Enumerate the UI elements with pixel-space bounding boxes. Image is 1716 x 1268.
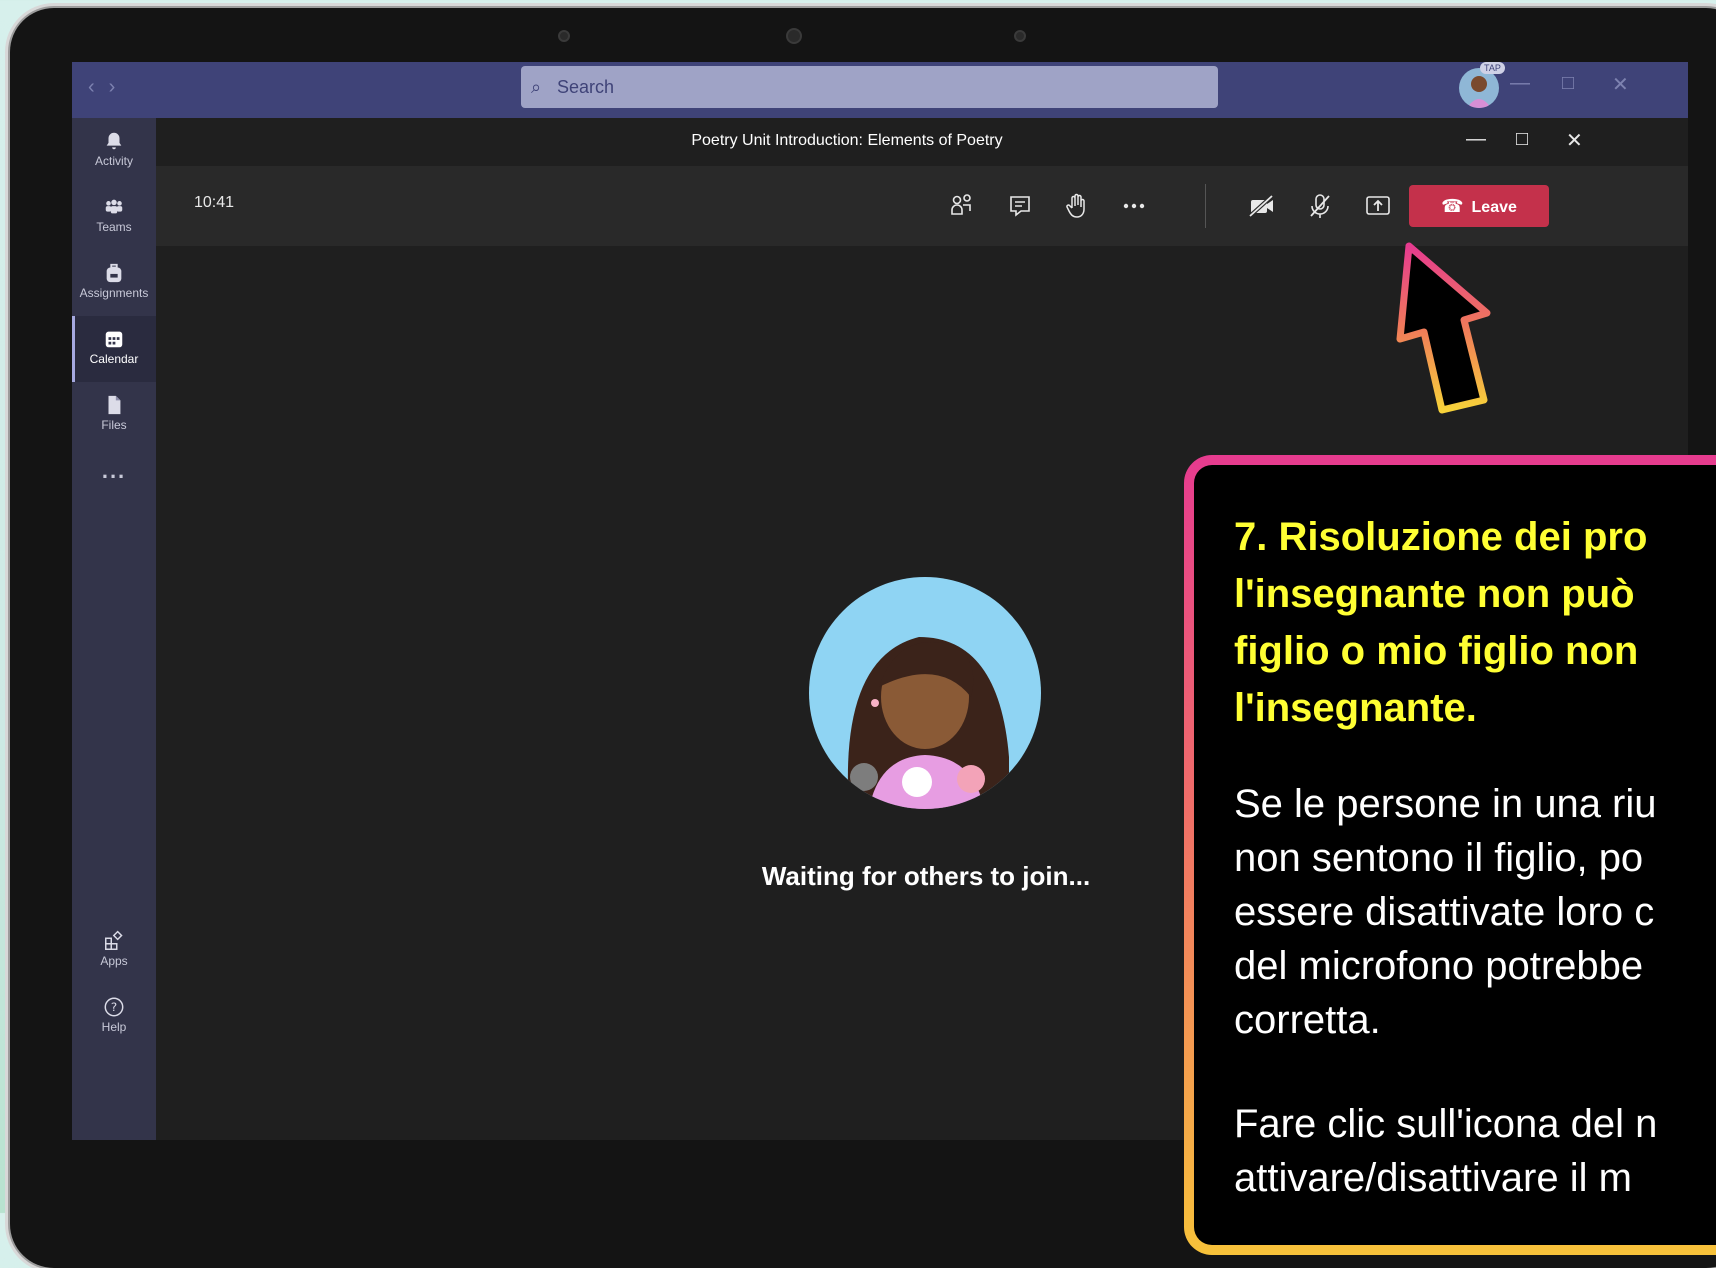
apps-icon xyxy=(105,930,123,950)
file-icon xyxy=(108,395,121,415)
camera-lens xyxy=(786,28,802,44)
rail-item-help[interactable]: ? Help xyxy=(72,984,156,1050)
rail-label: Teams xyxy=(96,220,132,234)
app-rail: Activity Teams Assignments Calendar File… xyxy=(72,118,156,1140)
rail-item-activity[interactable]: Activity xyxy=(72,118,156,184)
app-title-bar: ‹› ⌕ Search TAP — □ ✕ xyxy=(72,62,1688,118)
leave-label: Leave xyxy=(1471,199,1517,216)
instruction-callout: 7. Risoluzione dei pro l'insegnante non … xyxy=(1184,455,1716,1255)
teams-icon xyxy=(105,199,123,214)
rail-label: Calendar xyxy=(89,352,139,366)
people-icon xyxy=(951,194,971,215)
chat-button[interactable] xyxy=(1002,188,1038,224)
calendar-icon xyxy=(105,331,123,348)
rail-item-apps[interactable]: Apps xyxy=(72,918,156,984)
meeting-clock: 10:41 xyxy=(194,194,235,211)
more-options-button[interactable] xyxy=(1116,188,1152,224)
rail-item-files[interactable]: Files xyxy=(72,382,156,448)
toolbar-divider xyxy=(1205,184,1206,228)
chat-icon xyxy=(1010,196,1030,217)
camera-dot xyxy=(558,30,570,42)
rail-label: Activity xyxy=(94,154,133,168)
camera-off-icon xyxy=(1248,194,1274,218)
rail-item-assignments[interactable]: Assignments xyxy=(72,250,156,316)
more-icon: ... xyxy=(101,458,127,483)
camera-toggle-button[interactable] xyxy=(1244,188,1280,224)
share-icon xyxy=(1366,196,1390,215)
svg-text:?: ? xyxy=(111,1000,117,1014)
backpack-icon xyxy=(106,263,122,283)
rail-item-more[interactable]: ... xyxy=(72,458,156,494)
avatar-illustration xyxy=(847,637,1009,809)
waiting-message: Waiting for others to join... xyxy=(761,861,1091,891)
search-placeholder: Search xyxy=(557,77,615,97)
minimize-icon[interactable]: — xyxy=(1466,128,1486,151)
raise-hand-button[interactable] xyxy=(1058,188,1094,224)
help-icon: ? xyxy=(104,997,124,1017)
meeting-toolbar: 10:41 ☎ Leave xyxy=(156,166,1688,246)
meeting-title: Poetry Unit Introduction: Elements of Po… xyxy=(691,132,1003,149)
callout-body-continued: Fare clic sull'icona del n attivare/disa… xyxy=(1234,1102,1658,1200)
bell-icon xyxy=(106,132,122,150)
callout-title: 7. Risoluzione dei pro l'insegnante non … xyxy=(1234,515,1648,730)
rail-label: Files xyxy=(101,418,127,432)
search-input[interactable]: ⌕ Search xyxy=(521,66,1218,108)
maximize-icon[interactable]: □ xyxy=(1516,128,1528,151)
rail-label: Apps xyxy=(100,954,128,968)
nav-arrows[interactable]: ‹› xyxy=(88,76,129,99)
participants-button[interactable] xyxy=(944,188,980,224)
profile-badge: TAP xyxy=(1480,62,1505,74)
mic-toggle-button[interactable] xyxy=(1302,188,1338,224)
minimize-icon[interactable]: — xyxy=(1510,72,1530,95)
rail-label: Assignments xyxy=(79,286,149,300)
meeting-header: Poetry Unit Introduction: Elements of Po… xyxy=(156,118,1688,167)
search-icon: ⌕ xyxy=(531,77,542,97)
callout-body: Se le persone in una riu non sentono il … xyxy=(1234,782,1657,1042)
hang-up-icon: ☎ xyxy=(1441,196,1464,216)
annotation-arrow xyxy=(1396,242,1491,414)
rail-item-calendar[interactable]: Calendar xyxy=(72,316,156,382)
maximize-icon[interactable]: □ xyxy=(1562,72,1574,95)
close-icon[interactable]: ✕ xyxy=(1612,72,1629,97)
rail-item-teams[interactable]: Teams xyxy=(72,184,156,250)
hand-icon xyxy=(1066,193,1085,218)
share-screen-button[interactable] xyxy=(1360,188,1396,224)
profile-avatar[interactable] xyxy=(1459,68,1499,108)
leave-button[interactable]: ☎ Leave xyxy=(1409,185,1549,227)
close-icon[interactable]: ✕ xyxy=(1566,128,1583,153)
participant-avatar xyxy=(809,577,1041,809)
ellipsis-icon xyxy=(1123,203,1145,209)
mic-off-icon xyxy=(1310,194,1330,218)
rail-label: Help xyxy=(101,1020,127,1034)
camera-dot xyxy=(1014,30,1026,42)
